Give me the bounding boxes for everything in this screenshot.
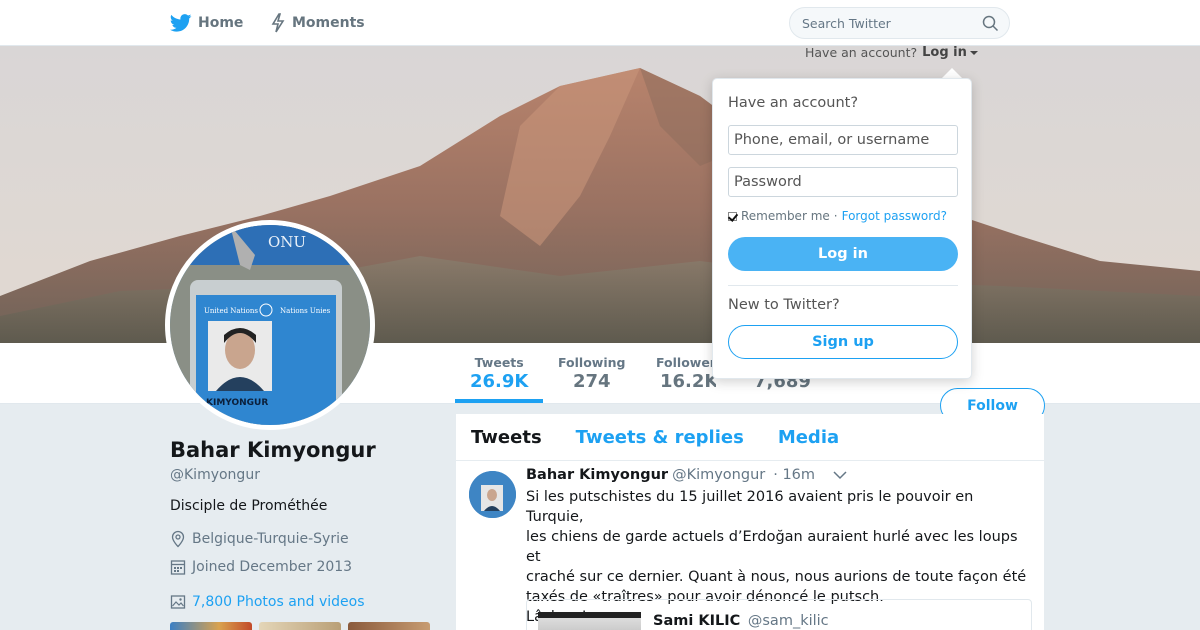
timeline-panel: Tweets Tweets & replies Media Bahar Kimy… (456, 414, 1044, 630)
nav-moments-label: Moments (292, 15, 365, 31)
stat-value: 26.9K (470, 371, 529, 392)
media-thumbnail[interactable] (259, 622, 341, 630)
twitter-bird-icon (170, 14, 192, 32)
search-input[interactable]: Search Twitter (789, 7, 1010, 39)
quoted-tweet-card[interactable]: Sami KILIC @sam_kilic (526, 599, 1032, 630)
quoted-tweet-header: Sami KILIC @sam_kilic (653, 613, 829, 629)
profile-bio: Disciple de Prométhée (170, 498, 328, 514)
lanyard-text: ONU (268, 233, 306, 251)
quoted-author-name: Sami KILIC (653, 613, 741, 629)
search-icon[interactable] (982, 15, 999, 32)
stat-value: 16.2K (660, 371, 716, 392)
media-thumbnail[interactable] (170, 622, 252, 630)
login-heading: Have an account? (728, 95, 859, 111)
username-field[interactable] (728, 125, 958, 155)
timeline-tabs: Tweets Tweets & replies Media (456, 414, 1044, 461)
password-field[interactable] (728, 167, 958, 197)
quoted-tweet-image (538, 612, 641, 630)
stat-following[interactable]: Following 274 (558, 355, 625, 392)
nav-home[interactable]: Home (170, 0, 243, 46)
tweet-text-line: les chiens de garde actuels d’Erdoğan au… (526, 529, 1018, 565)
active-stat-indicator (455, 399, 543, 403)
stat-tweets[interactable]: Tweets 26.9K (470, 355, 528, 392)
tweet-timestamp[interactable]: · 16m (773, 467, 815, 483)
tab-media[interactable]: Media (778, 427, 839, 448)
login-toggle[interactable]: Log in (922, 45, 967, 60)
tab-tweets[interactable]: Tweets (471, 427, 542, 448)
location-text: Belgique-Turquie-Syrie (192, 531, 349, 547)
stat-followers[interactable]: Followers 16.2K (656, 355, 716, 392)
new-to-twitter-heading: New to Twitter? (728, 297, 840, 313)
profile-name: Bahar Kimyongur (170, 438, 376, 462)
joined-text: Joined December 2013 (192, 559, 353, 575)
separator-dot: · (833, 209, 838, 223)
location-pin-icon (171, 530, 185, 548)
nav-home-label: Home (198, 15, 244, 31)
lightning-icon (271, 13, 285, 33)
have-account-text: Have an account? (805, 45, 918, 60)
remember-me-checkbox[interactable] (728, 211, 737, 221)
tweet-header: Bahar Kimyongur @Kimyongur · 16m (526, 467, 847, 483)
search-placeholder: Search Twitter (802, 15, 891, 31)
tweet-author-handle[interactable]: @Kimyongur (672, 467, 765, 483)
stat-label: Following (558, 355, 626, 370)
caret-down-icon[interactable] (969, 50, 978, 55)
photos-videos-label: 7,800 Photos and videos (192, 594, 365, 610)
tweet-author-avatar[interactable] (469, 471, 516, 518)
stat-label: Tweets (474, 355, 524, 370)
badge-org-left: United Nations (204, 307, 258, 315)
badge-name: KIMYONGUR (206, 398, 268, 408)
photos-videos-link[interactable]: 7,800 Photos and videos (170, 594, 365, 610)
remember-me-label[interactable]: Remember me (741, 209, 830, 223)
profile-joined: Joined December 2013 (170, 558, 352, 576)
remember-row: Remember me · Forgot password? (728, 209, 947, 223)
top-navigation-bar: Home Moments Search Twitter (0, 0, 1200, 46)
profile-handle[interactable]: @Kimyongur (170, 467, 260, 483)
chevron-down-icon[interactable] (833, 470, 847, 480)
header-login-prompt: Have an account? Log in (805, 45, 978, 60)
badge-org-right: Nations Unies (280, 307, 331, 315)
nav-moments[interactable]: Moments (270, 0, 365, 46)
signup-button[interactable]: Sign up (728, 325, 958, 359)
quoted-author-handle: @sam_kilic (747, 613, 829, 629)
profile-avatar[interactable]: ONU United Nations Nations Unies KIMYONG… (165, 220, 375, 430)
stat-value: 274 (572, 371, 611, 392)
stat-label: Followers (656, 355, 716, 370)
dropdown-arrow (942, 68, 962, 78)
divider (728, 285, 958, 286)
media-thumbnail[interactable] (348, 622, 430, 630)
login-button[interactable]: Log in (728, 237, 958, 271)
tab-tweets-replies[interactable]: Tweets & replies (576, 427, 744, 448)
profile-location: Belgique-Turquie-Syrie (170, 530, 349, 548)
login-dropdown: Have an account? Remember me · Forgot pa… (712, 78, 972, 379)
forgot-password-link[interactable]: Forgot password? (842, 209, 947, 223)
calendar-icon (170, 560, 186, 575)
tweet-text-line: Si les putschistes du 15 juillet 2016 av… (526, 489, 974, 525)
tweet-author-name[interactable]: Bahar Kimyongur (526, 467, 668, 483)
photo-icon (170, 595, 186, 609)
tweet-text-line: craché sur ce dernier. Quant à nous, nou… (526, 569, 1027, 585)
